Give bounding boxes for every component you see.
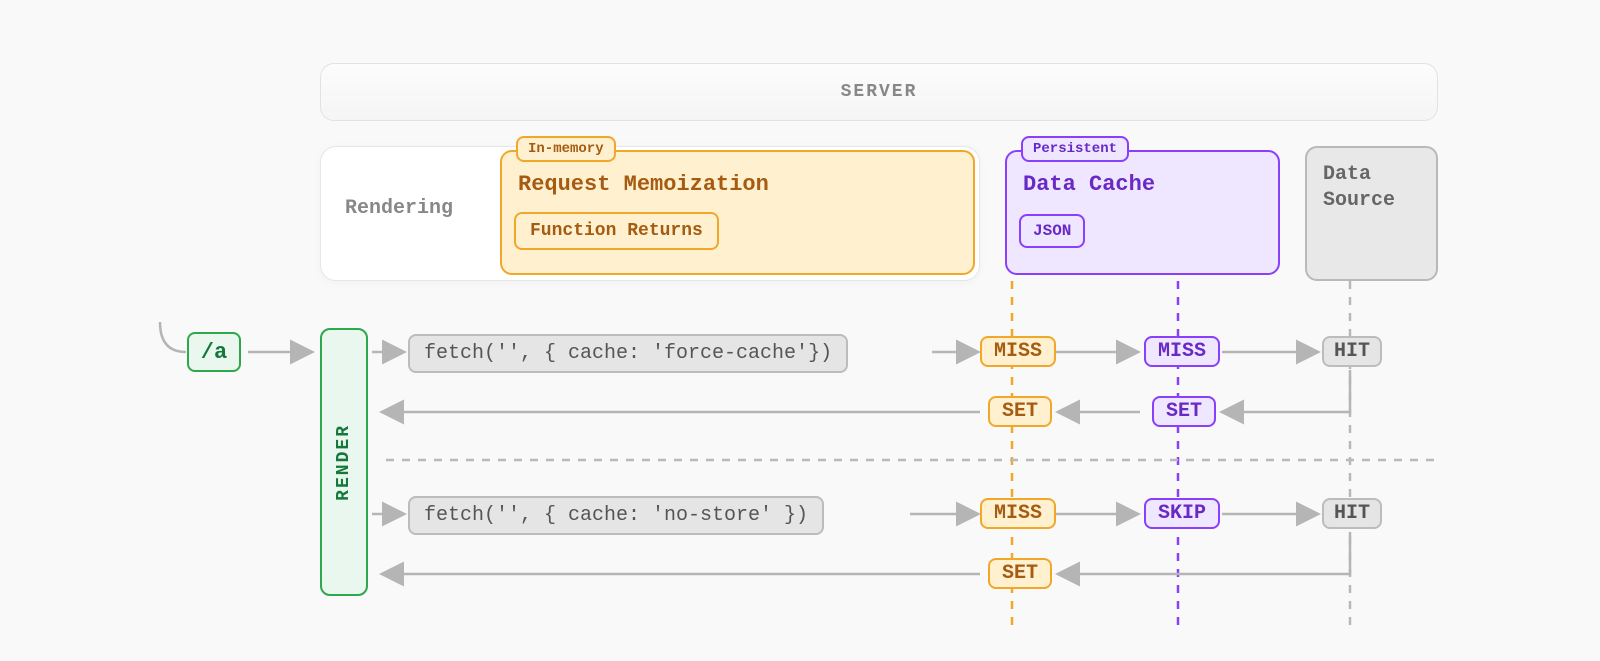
fetch-call-2: fetch('', { cache: 'no-store' })	[408, 496, 824, 535]
cache-result-2: SKIP	[1144, 498, 1220, 529]
source-result-2: HIT	[1322, 498, 1382, 529]
render-bar-label: RENDER	[334, 424, 354, 501]
data-source-line2: Source	[1323, 189, 1395, 212]
fetch-call-1: fetch('', { cache: 'force-cache'})	[408, 334, 848, 373]
server-header-label: SERVER	[841, 82, 918, 102]
server-header: SERVER	[320, 63, 1438, 121]
request-memoization-box: In-memory Request Memoization Function R…	[500, 150, 975, 275]
memo-sub-badge: Function Returns	[514, 212, 719, 250]
memo-tag: In-memory	[516, 136, 616, 162]
route-badge: /a	[187, 332, 241, 372]
memo-result-2: MISS	[980, 498, 1056, 529]
route-path: /a	[201, 340, 227, 365]
memo-title: Request Memoization	[518, 172, 769, 197]
memo-result-1: MISS	[980, 336, 1056, 367]
data-cache-sub-badge: JSON	[1019, 214, 1085, 248]
source-result-1: HIT	[1322, 336, 1382, 367]
memo-set-2: SET	[988, 558, 1052, 589]
memo-set-1: SET	[988, 396, 1052, 427]
data-source-box: Data Source	[1305, 146, 1438, 281]
rendering-title: Rendering	[345, 197, 453, 220]
data-source-line1: Data	[1323, 163, 1371, 186]
data-cache-tag: Persistent	[1021, 136, 1129, 162]
render-bar: RENDER	[320, 328, 368, 596]
data-cache-title: Data Cache	[1023, 172, 1155, 197]
cache-set-1: SET	[1152, 396, 1216, 427]
data-cache-box: Persistent Data Cache JSON	[1005, 150, 1280, 275]
cache-result-1: MISS	[1144, 336, 1220, 367]
